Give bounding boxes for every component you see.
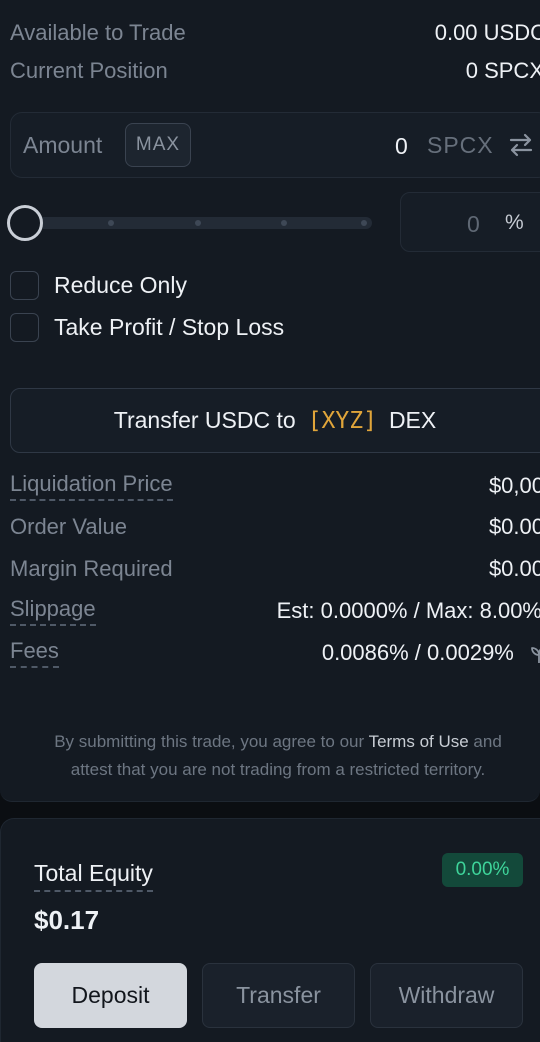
deposit-button[interactable]: Deposit xyxy=(34,963,187,1028)
slider-tick xyxy=(108,220,114,226)
order-panel: Available to Trade 0.00 USDC Current Pos… xyxy=(0,0,540,802)
terms-text-1: By submitting this trade, you agree to o… xyxy=(54,732,369,751)
reduce-only-option[interactable]: Reduce Only xyxy=(10,271,187,300)
fees-value: 0.0086% / 0.0029% xyxy=(321,640,514,665)
leaf-icon xyxy=(531,647,540,664)
percent-sign: % xyxy=(505,211,524,234)
position-value: 0 SPCX xyxy=(465,58,540,83)
slippage-value: Est: 0.0000% / Max: 8.00% xyxy=(276,598,540,623)
terms-text-2: and xyxy=(468,732,502,751)
amount-input[interactable]: Amount MAX 0 SPCX xyxy=(10,112,540,178)
order-value-value: $0.00 xyxy=(488,514,540,539)
swap-arrows-icon[interactable] xyxy=(507,131,535,159)
detail-row: Fees 0.0086% / 0.0029% xyxy=(10,638,540,668)
liquidation-price-value: $0,00 xyxy=(488,473,540,498)
transfer-prefix: Transfer USDC to xyxy=(113,407,296,433)
margin-required-label: Margin Required xyxy=(10,556,173,581)
xyz-brand: [XYZ] xyxy=(307,407,377,434)
equity-change-badge: 0.00% xyxy=(442,853,523,887)
reduce-only-label: Reduce Only xyxy=(54,272,187,298)
slider-tick xyxy=(281,220,287,226)
withdraw-button[interactable]: Withdraw xyxy=(370,963,523,1028)
percent-value[interactable]: 0 xyxy=(467,211,480,238)
equity-panel: Total Equity 0.00% $0.17 Deposit Transfe… xyxy=(0,818,540,1042)
terms-notice: By submitting this trade, you agree to o… xyxy=(0,728,540,784)
reduce-only-checkbox[interactable] xyxy=(10,271,39,300)
percent-input[interactable]: 0 % xyxy=(400,192,540,252)
detail-row: Slippage Est: 0.0000% / Max: 8.00% xyxy=(10,596,540,626)
terms-text-3: attest that you are not trading from a r… xyxy=(70,760,486,779)
total-equity-label[interactable]: Total Equity xyxy=(34,860,153,892)
slider-handle[interactable] xyxy=(7,205,43,241)
amount-label: Amount xyxy=(23,132,103,158)
amount-value[interactable]: 0 xyxy=(395,133,408,160)
slippage-label[interactable]: Slippage xyxy=(10,596,96,626)
max-button[interactable]: MAX xyxy=(125,123,191,167)
tpsl-label: Take Profit / Stop Loss xyxy=(54,314,285,340)
transfer-suffix: DEX xyxy=(388,407,437,433)
liquidation-price-label[interactable]: Liquidation Price xyxy=(10,471,173,501)
available-row: Available to Trade 0.00 USDC xyxy=(10,20,540,46)
order-value-label: Order Value xyxy=(10,514,127,539)
available-label: Available to Trade xyxy=(10,20,186,45)
detail-row: Liquidation Price $0,00 xyxy=(10,471,540,501)
margin-required-value: $0.00 xyxy=(488,556,540,581)
size-slider[interactable] xyxy=(20,217,372,229)
position-label: Current Position xyxy=(10,58,168,83)
transfer-button[interactable]: Transfer xyxy=(202,963,355,1028)
slider-tick xyxy=(195,220,201,226)
total-equity-value: $0.17 xyxy=(34,905,100,935)
amount-unit: SPCX xyxy=(427,132,494,158)
detail-row: Margin Required $0.00 xyxy=(10,556,540,582)
slider-tick xyxy=(361,220,367,226)
fees-label[interactable]: Fees xyxy=(10,638,59,668)
detail-row: Order Value $0.00 xyxy=(10,514,540,540)
tpsl-checkbox[interactable] xyxy=(10,313,39,342)
available-value: 0.00 USDC xyxy=(434,20,540,45)
tpsl-option[interactable]: Take Profit / Stop Loss xyxy=(10,313,284,342)
position-row: Current Position 0 SPCX xyxy=(10,58,540,84)
terms-of-use-link[interactable]: Terms of Use xyxy=(369,732,469,751)
transfer-to-dex-button[interactable]: Transfer USDC to [XYZ] DEX xyxy=(10,388,540,453)
